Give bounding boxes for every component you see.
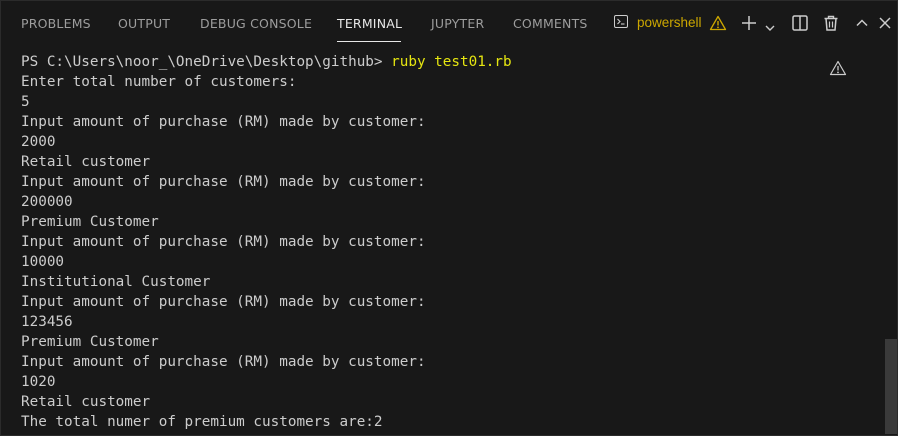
terminal-panel: PROBLEMS OUTPUT DEBUG CONSOLE TERMINAL J… (0, 0, 898, 436)
terminal-line: Input amount of purchase (RM) made by cu… (21, 234, 426, 250)
terminal-line: Input amount of purchase (RM) made by cu… (21, 294, 426, 310)
chevron-up-icon[interactable] (853, 14, 871, 32)
plus-icon[interactable] (740, 14, 758, 32)
tab-jupyter[interactable]: JUPYTER (431, 16, 484, 31)
terminal-line: Premium Customer (21, 214, 159, 230)
trash-icon[interactable] (822, 14, 840, 32)
terminal-line: Input amount of purchase (RM) made by cu… (21, 114, 426, 130)
scrollbar-thumb[interactable] (885, 339, 897, 434)
terminal-line: 5 (21, 94, 30, 110)
terminal-line: 1020 (21, 374, 56, 390)
terminal-selector[interactable]: powershell (610, 11, 730, 35)
terminal-line: Retail customer (21, 394, 151, 410)
terminal-line: 123456 (21, 314, 73, 330)
close-icon[interactable] (876, 14, 894, 32)
tab-debug-console[interactable]: DEBUG CONSOLE (200, 16, 312, 31)
prompt-path: PS C:\Users\noor_\OneDrive\Desktop\githu… (21, 54, 392, 70)
panel-tab-bar: PROBLEMS OUTPUT DEBUG CONSOLE TERMINAL J… (1, 1, 898, 45)
command-text: ruby test01.rb (391, 54, 512, 70)
terminal-line: Premium Customer (21, 334, 159, 350)
terminal-line: 200000 (21, 194, 73, 210)
tab-problems[interactable]: PROBLEMS (21, 16, 91, 31)
active-tab-indicator (337, 41, 401, 42)
terminal-line: Institutional Customer (21, 274, 211, 290)
chevron-down-icon[interactable] (764, 18, 776, 31)
terminal-line: Retail customer (21, 154, 151, 170)
warning-icon (829, 60, 847, 76)
tab-output[interactable]: OUTPUT (118, 16, 170, 31)
terminal-line: Input amount of purchase (RM) made by cu… (21, 354, 426, 370)
terminal-line: 2000 (21, 134, 56, 150)
split-terminal-icon[interactable] (791, 14, 809, 32)
terminal-line: The total numer of premium customers are… (21, 414, 383, 430)
terminal-line: Input amount of purchase (RM) made by cu… (21, 174, 426, 190)
terminal-name: powershell (637, 15, 702, 30)
prompt-line: PS C:\Users\noor_\OneDrive\Desktop\githu… (21, 52, 512, 72)
terminal-output[interactable]: PS C:\Users\noor_\OneDrive\Desktop\githu… (1, 45, 881, 436)
warning-icon (709, 15, 727, 31)
terminal-powershell-icon (614, 15, 628, 28)
tab-terminal[interactable]: TERMINAL (337, 16, 402, 31)
terminal-line: 10000 (21, 254, 65, 270)
terminal-line: Enter total number of customers: (21, 74, 297, 90)
tab-comments[interactable]: COMMENTS (513, 16, 588, 31)
